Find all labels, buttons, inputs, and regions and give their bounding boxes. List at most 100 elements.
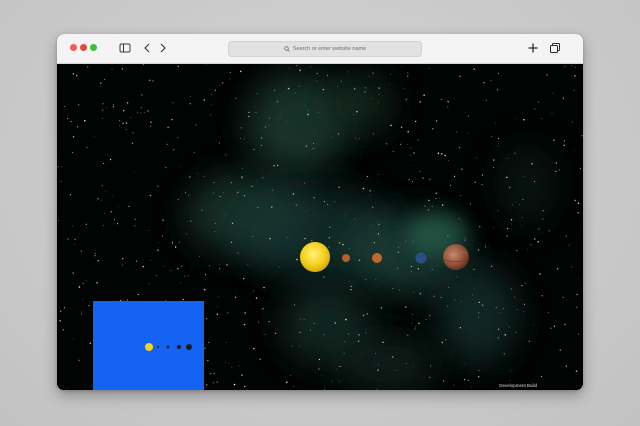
star: [499, 312, 500, 313]
star: [471, 239, 473, 241]
star: [262, 177, 264, 179]
star: [528, 340, 531, 342]
star: [369, 194, 371, 196]
star: [410, 147, 412, 149]
star: [455, 276, 457, 278]
star: [86, 147, 88, 149]
star: [263, 286, 265, 289]
star: [415, 120, 417, 123]
star: [548, 230, 550, 232]
star: [170, 270, 172, 272]
star: [477, 376, 480, 378]
page-content[interactable]: Development Build: [57, 64, 583, 390]
star: [187, 221, 188, 222]
star: [397, 251, 399, 254]
star: [419, 170, 421, 172]
star: [276, 100, 278, 103]
star: [473, 268, 475, 271]
star: [188, 194, 190, 196]
star: [368, 76, 370, 78]
star: [186, 233, 188, 235]
star: [235, 290, 237, 292]
star: [458, 218, 460, 220]
star: [62, 329, 64, 331]
star: [508, 326, 510, 328]
star: [405, 98, 408, 101]
star: [464, 239, 466, 241]
star: [496, 88, 499, 91]
sidebar-icon[interactable]: [118, 41, 132, 55]
star: [112, 104, 115, 106]
planet-4-icon[interactable]: [443, 244, 469, 270]
star: [313, 142, 314, 144]
minimize-window-button[interactable]: [80, 44, 87, 51]
minimap-planets: [145, 343, 192, 351]
star: [362, 187, 365, 190]
star: [342, 243, 344, 246]
star: [485, 244, 487, 246]
star: [78, 104, 80, 106]
star: [327, 203, 329, 206]
star: [553, 326, 556, 328]
star: [356, 110, 358, 113]
star: [321, 375, 323, 377]
star: [365, 332, 367, 334]
star: [453, 384, 455, 386]
planet-1-icon[interactable]: [342, 254, 350, 262]
star: [67, 238, 69, 240]
star: [441, 204, 444, 206]
star: [410, 265, 413, 268]
close-window-button[interactable]: [70, 44, 77, 51]
star: [148, 229, 150, 231]
star: [261, 137, 263, 139]
star: [216, 313, 219, 315]
star: [412, 366, 414, 368]
nebula: [187, 74, 557, 390]
star: [147, 110, 149, 112]
star: [189, 176, 191, 178]
forward-icon[interactable]: [156, 41, 170, 55]
star: [307, 113, 309, 116]
star: [157, 185, 159, 187]
star: [459, 326, 462, 329]
star: [207, 359, 209, 362]
star: [472, 294, 474, 296]
star: [72, 338, 74, 340]
star: [574, 75, 576, 77]
star: [229, 72, 231, 74]
star: [476, 157, 477, 159]
star: [411, 314, 413, 316]
star: [268, 320, 270, 323]
tabs-overview-icon[interactable]: [548, 41, 562, 55]
star: [577, 333, 580, 335]
new-tab-icon[interactable]: [526, 41, 540, 55]
star: [378, 223, 380, 226]
star: [318, 368, 320, 370]
star: [516, 250, 518, 252]
star: [428, 199, 430, 202]
sun-icon[interactable]: [300, 242, 330, 272]
star: [140, 106, 143, 109]
zoom-window-button[interactable]: [90, 44, 97, 51]
star: [411, 180, 414, 183]
address-bar[interactable]: Search or enter website name: [228, 41, 422, 57]
star: [255, 112, 257, 113]
back-icon[interactable]: [140, 41, 154, 55]
star: [400, 126, 403, 128]
star: [343, 352, 345, 354]
minimap[interactable]: [93, 301, 204, 390]
star: [492, 166, 494, 169]
star: [293, 304, 295, 306]
star: [203, 176, 205, 177]
star: [172, 102, 174, 104]
star: [156, 275, 158, 276]
star: [213, 182, 215, 184]
star: [485, 246, 487, 248]
star: [102, 103, 104, 105]
planet-3-icon[interactable]: [415, 252, 427, 264]
star: [506, 235, 508, 237]
planet-2-icon[interactable]: [372, 253, 382, 263]
star: [204, 347, 206, 349]
star: [511, 204, 513, 206]
star: [407, 75, 409, 77]
